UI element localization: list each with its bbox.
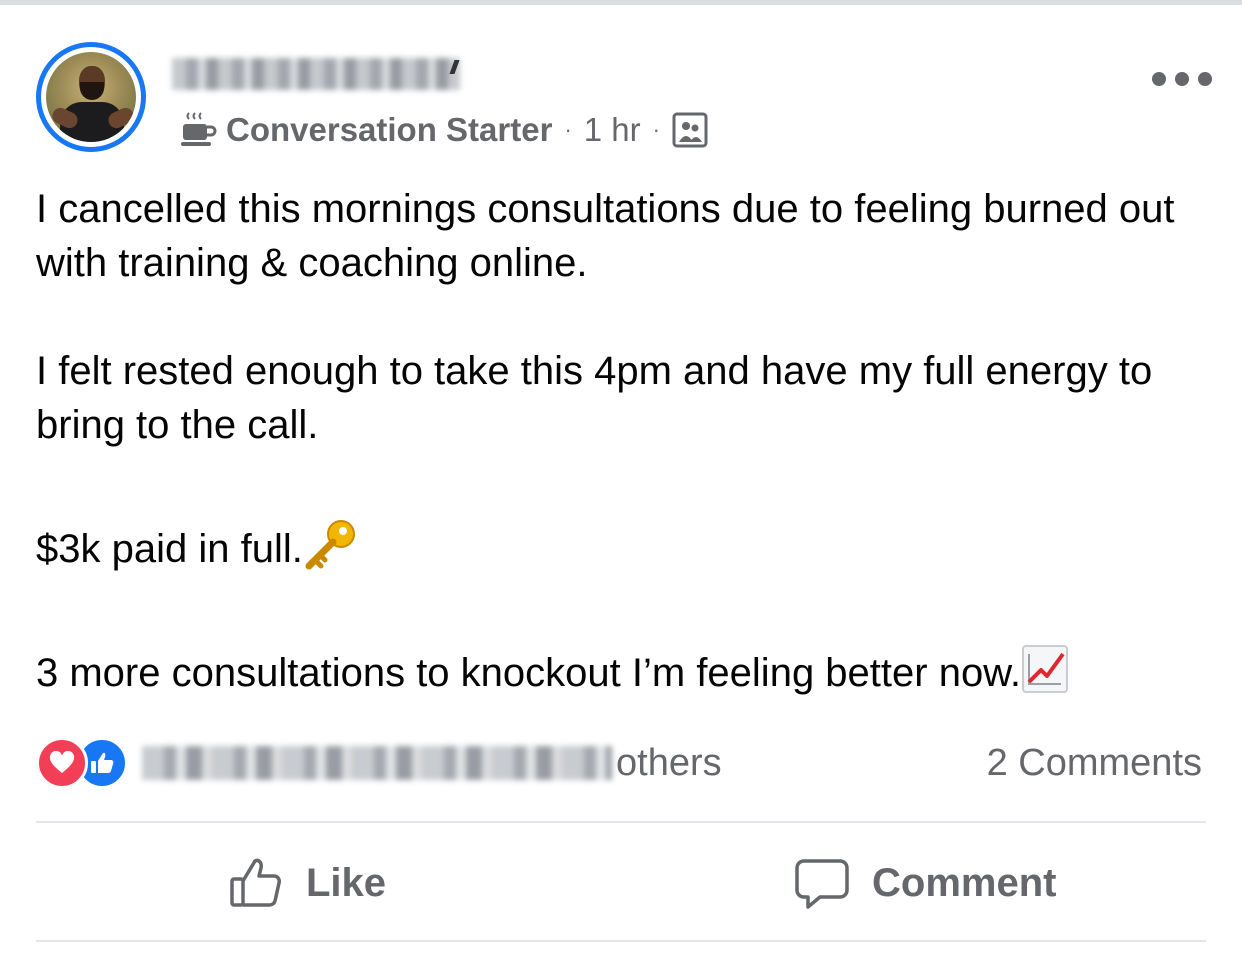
separator-dot-2: ·	[652, 117, 660, 142]
like-label: Like	[306, 860, 387, 905]
reactors-names-redacted	[142, 746, 612, 780]
author-avatar[interactable]	[36, 42, 146, 152]
coffee-cup-icon	[181, 112, 217, 146]
key-icon	[305, 520, 355, 570]
author-name-redacted[interactable]	[172, 58, 460, 90]
love-reaction-icon	[36, 737, 88, 789]
post-paragraph-4-text: 3 more consultations to knockout I’m fee…	[36, 651, 1021, 695]
chart-increasing-icon	[1021, 645, 1068, 693]
top-divider	[0, 0, 1242, 5]
post-body: I cancelled this mornings consultations …	[36, 182, 1216, 700]
comment-label: Comment	[872, 860, 1057, 905]
post-paragraph-3-text: $3k paid in full.	[36, 527, 303, 571]
reactions-others-label: others	[616, 741, 722, 784]
comments-count-link[interactable]: 2 Comments	[987, 736, 1202, 790]
post-paragraph-1: I cancelled this mornings consultations …	[36, 187, 1175, 285]
post-meta: Conversation Starter · 1 hr ·	[180, 108, 708, 152]
comment-button[interactable]: Comment	[794, 848, 1056, 918]
actions-divider-bottom	[36, 940, 1206, 942]
like-button[interactable]: Like	[228, 848, 386, 918]
post-paragraph-4: 3 more consultations to knockout I’m fee…	[36, 644, 1216, 700]
post-paragraph-3: $3k paid in full.	[36, 518, 1216, 576]
like-icon	[230, 858, 281, 907]
comment-bubble-icon	[795, 859, 849, 909]
post-paragraph-2: I felt rested enough to take this 4pm an…	[36, 349, 1153, 447]
actions-divider-top	[36, 821, 1206, 823]
badge-label[interactable]: Conversation Starter	[226, 111, 552, 149]
separator-dot: ·	[564, 117, 572, 142]
more-options-icon[interactable]	[1152, 64, 1212, 94]
group-members-icon	[672, 112, 708, 148]
avatar-photo	[46, 52, 136, 142]
reactions-summary[interactable]: others	[36, 736, 722, 790]
post-time[interactable]: 1 hr	[584, 111, 641, 149]
